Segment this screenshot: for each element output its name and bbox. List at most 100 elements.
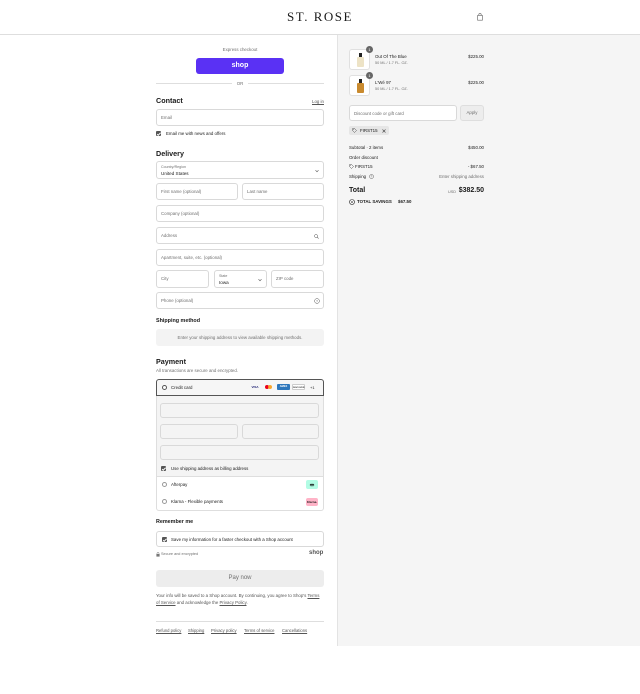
name-on-card-field[interactable]: [160, 445, 319, 460]
chevron-down-icon: [258, 278, 262, 282]
cancellations-link[interactable]: Cancellations: [282, 628, 307, 633]
afterpay-label: Afterpay: [171, 482, 188, 487]
footer-divider: [156, 621, 324, 622]
svg-text:?: ?: [371, 175, 373, 179]
tag-icon: [352, 128, 357, 133]
phone-placeholder: Phone (optional): [161, 298, 194, 303]
apartment-placeholder: Apartment, suite, etc. (optional): [161, 255, 223, 260]
product-variant: 50 ML / 1.7 FL. OZ.: [375, 87, 408, 91]
klarna-radio[interactable]: [162, 499, 167, 504]
shipping-policy-link[interactable]: Shipping: [188, 628, 204, 633]
refund-policy-link[interactable]: Refund policy: [156, 628, 181, 633]
privacy-policy-footer-link[interactable]: Privacy policy: [211, 628, 237, 633]
discount-amount: - $67.50: [467, 164, 484, 169]
brand-logo[interactable]: ST. ROSE: [0, 9, 640, 25]
product-price: $225.00: [468, 54, 484, 59]
delivery-heading: Delivery: [156, 149, 184, 158]
card-number-field[interactable]: [160, 403, 319, 418]
total-label: Total: [349, 187, 366, 194]
email-field[interactable]: Email: [156, 109, 324, 126]
city-placeholder: City: [161, 276, 169, 281]
privacy-policy-link[interactable]: Privacy Policy: [220, 600, 247, 605]
security-code-field[interactable]: [242, 424, 319, 439]
discount-chip: FIRST15: [349, 126, 389, 135]
tag-icon: [349, 164, 354, 169]
savings-tag-icon: [349, 199, 355, 205]
first-name-field[interactable]: First name (optional): [156, 183, 238, 200]
amex-icon: AMEX: [277, 384, 290, 390]
total-value: $382.50: [458, 187, 484, 194]
country-select[interactable]: Country/Region United States: [156, 161, 324, 179]
mastercard-icon: [265, 384, 273, 390]
state-label: State: [219, 274, 228, 278]
terms-of-service-footer-link[interactable]: Terms of service: [244, 628, 274, 633]
or-separator: OR: [236, 81, 244, 86]
total-savings-label: TOTAL SAVINGS: [357, 199, 392, 204]
close-icon[interactable]: [382, 128, 386, 133]
help-icon[interactable]: ?: [314, 298, 320, 304]
shop-pay-button[interactable]: shop: [196, 58, 284, 74]
klarna-logo: Klarna.: [306, 498, 318, 506]
afterpay-arrows-icon: [309, 483, 315, 486]
search-icon: [314, 234, 319, 239]
discount-placeholder: Discount code or gift card: [354, 111, 404, 116]
divider: [156, 83, 232, 84]
shipping-label: Shipping: [349, 174, 367, 179]
remember-me-box[interactable]: Save my information for a faster checkou…: [156, 531, 324, 547]
lock-icon: [156, 552, 160, 557]
address-placeholder: Address: [161, 233, 178, 238]
legal-text-1: Your info will be saved to a Shop accoun…: [156, 593, 307, 598]
company-field[interactable]: Company (optional): [156, 205, 324, 222]
address-field[interactable]: Address: [156, 227, 324, 244]
legal-text-2: and acknowledge the: [176, 600, 219, 605]
phone-field[interactable]: Phone (optional) ?: [156, 292, 324, 309]
product-name: L'Wé 97: [375, 80, 391, 85]
legal-text: Your info will be saved to a Shop accoun…: [156, 592, 324, 606]
zip-field[interactable]: ZIP code: [271, 270, 324, 288]
country-value: United States: [161, 171, 189, 176]
shipping-notice: Enter your shipping address to view avai…: [156, 329, 324, 346]
email-placeholder: Email: [161, 115, 172, 120]
apartment-field[interactable]: Apartment, suite, etc. (optional): [156, 249, 324, 266]
product-variant: 50 ML / 1.7 FL. OZ.: [375, 61, 408, 65]
more-cards-count: +1: [310, 385, 315, 390]
apply-button[interactable]: Apply: [460, 105, 484, 121]
shipping-method-heading: Shipping method: [156, 318, 201, 324]
svg-text:?: ?: [316, 299, 318, 303]
news-checkbox[interactable]: [156, 131, 161, 136]
last-name-field[interactable]: Last name: [242, 183, 324, 200]
afterpay-radio[interactable]: [162, 482, 167, 487]
save-info-label: Save my information for a faster checkou…: [171, 537, 293, 542]
city-field[interactable]: City: [156, 270, 209, 288]
state-select[interactable]: State Iowa: [214, 270, 267, 288]
shipping-value: Enter shipping address: [439, 174, 484, 179]
perfume-bottle-icon: [357, 53, 364, 67]
payment-heading: Payment: [156, 357, 186, 366]
klarna-label: Klarna - Flexible payments: [171, 499, 223, 504]
remember-me-heading: Remember me: [156, 519, 194, 525]
afterpay-logo: [306, 480, 318, 489]
quantity-badge: 1: [366, 46, 373, 53]
product-price: $225.00: [468, 80, 484, 85]
credit-card-radio[interactable]: [162, 385, 167, 390]
pay-now-button[interactable]: Pay now: [156, 570, 324, 587]
applied-discount-code: FIRST15: [355, 164, 373, 169]
discount-code-input[interactable]: Discount code or gift card: [349, 105, 457, 121]
subtotal-value: $450.00: [468, 145, 484, 150]
login-link[interactable]: Log in: [312, 99, 324, 104]
expiration-field[interactable]: [160, 424, 238, 439]
billing-same-label: Use shipping address as billing address: [171, 466, 249, 471]
divider: [248, 83, 324, 84]
state-value: Iowa: [219, 280, 229, 285]
save-info-checkbox[interactable]: [162, 537, 167, 542]
perfume-bottle-icon: [357, 79, 364, 93]
help-icon[interactable]: ?: [369, 174, 374, 179]
subtotal-label: Subtotal · 2 items: [349, 145, 384, 150]
discount-chip-code: FIRST15: [360, 128, 378, 133]
first-name-placeholder: First name (optional): [161, 189, 202, 194]
express-checkout-label: Express checkout: [222, 47, 258, 52]
country-label: Country/Region: [161, 165, 186, 169]
shopping-bag-icon[interactable]: [476, 13, 484, 21]
billing-same-checkbox[interactable]: [161, 466, 166, 471]
credit-card-label: Credit card: [171, 385, 193, 390]
